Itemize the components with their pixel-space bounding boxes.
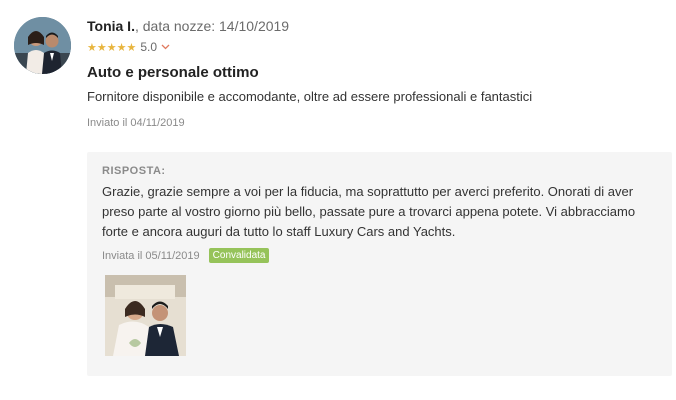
couple-photo-avatar xyxy=(14,17,71,74)
reviewer-line: Tonia I., data nozze: 14/10/2019 xyxy=(87,18,289,34)
reply-sent-date: Inviata il 05/11/2019 xyxy=(102,249,200,262)
reply-photo-thumbnail[interactable] xyxy=(105,275,186,356)
vendor-reply: RISPOSTA: Grazie, grazie sempre a voi pe… xyxy=(87,152,672,376)
star-rating-icon: ★★★★★ xyxy=(87,41,137,54)
reply-text: Grazie, grazie sempre a voi per la fiduc… xyxy=(102,184,636,239)
review-body: Fornitore disponibile e accomodante, olt… xyxy=(87,89,533,104)
review-title: Auto e personale ottimo xyxy=(87,64,259,81)
rating-dropdown[interactable]: ★★★★★ 5.0 xyxy=(87,40,170,54)
couple-photo-icon xyxy=(105,275,186,356)
chevron-down-icon[interactable] xyxy=(161,42,170,53)
validated-badge: Convalidata xyxy=(208,248,270,263)
reviewer-avatar xyxy=(14,17,71,74)
rating-value: 5.0 xyxy=(140,40,157,54)
reply-heading: RISPOSTA: xyxy=(102,165,166,177)
reply-meta: Inviata il 05/11/2019 Convalidata xyxy=(102,248,270,263)
review-sent-date: Inviato il 04/11/2019 xyxy=(87,117,185,129)
wedding-date: , data nozze: 14/10/2019 xyxy=(134,18,290,34)
reviewer-name: Tonia I. xyxy=(87,18,135,34)
